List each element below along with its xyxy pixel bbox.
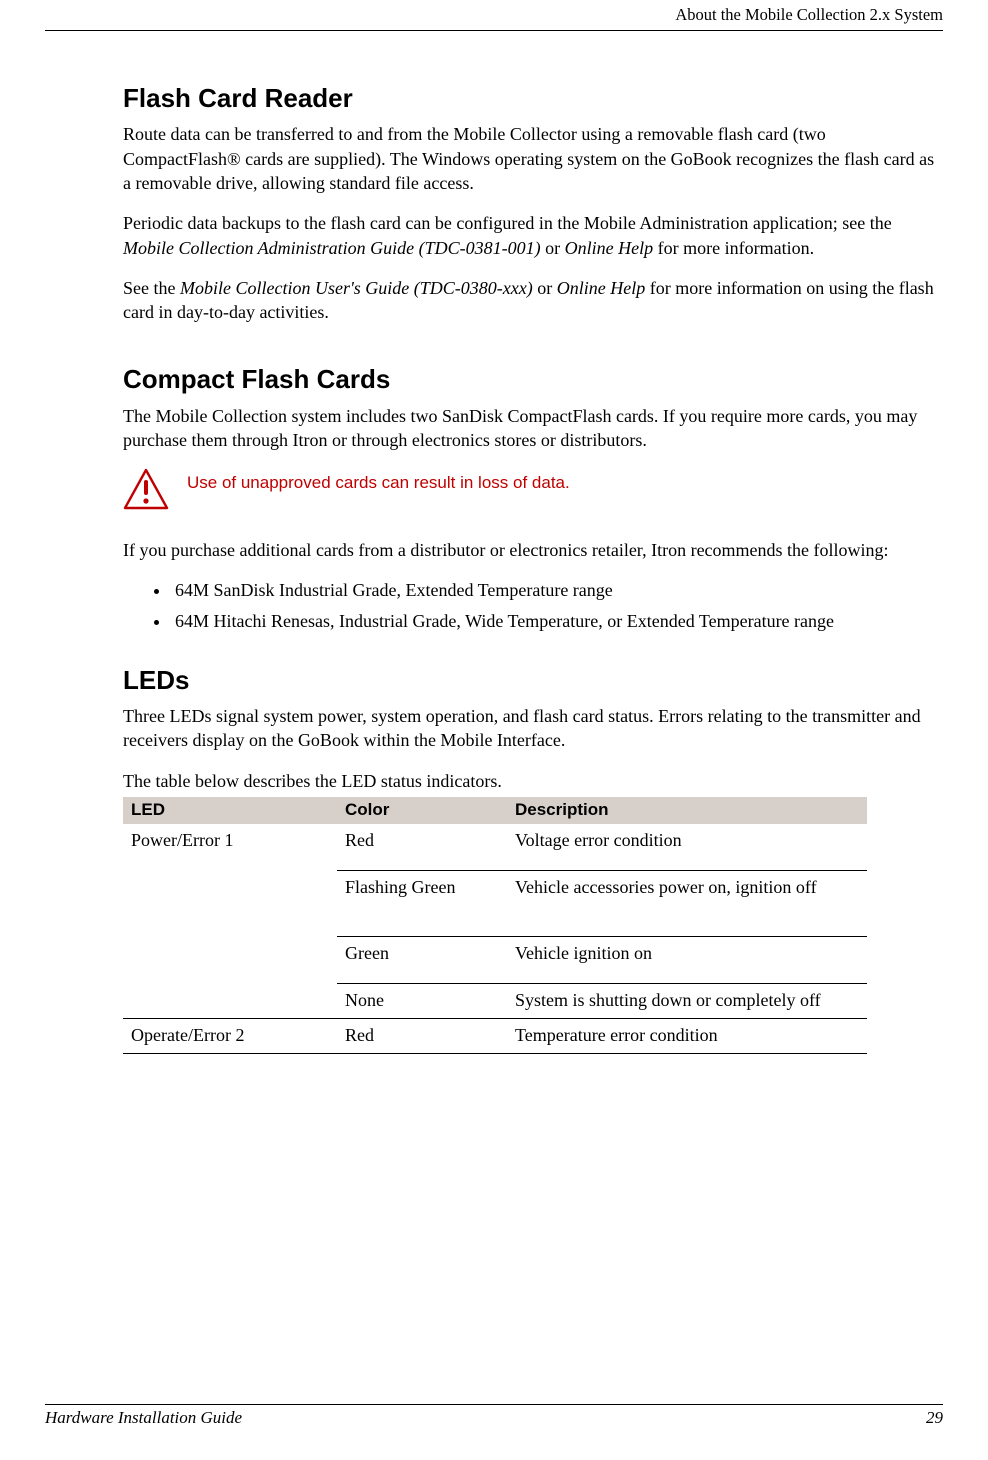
warning-icon bbox=[123, 468, 169, 510]
page-content: Flash Card Reader Route data can be tran… bbox=[45, 81, 943, 1054]
body-paragraph: If you purchase additional cards from a … bbox=[123, 538, 943, 562]
warning-text: Use of unapproved cards can result in lo… bbox=[187, 468, 570, 495]
header-rule bbox=[45, 30, 943, 31]
body-paragraph: Three LEDs signal system power, system o… bbox=[123, 704, 943, 753]
table-row: Operate/Error 2 Red Temperature error co… bbox=[123, 1019, 867, 1054]
body-paragraph: The table below describes the LED status… bbox=[123, 769, 943, 793]
section-title-leds: LEDs bbox=[123, 663, 943, 698]
table-header-color: Color bbox=[337, 797, 507, 824]
list-item: 64M Hitachi Renesas, Industrial Grade, W… bbox=[171, 609, 943, 633]
table-cell-color: Flashing Green bbox=[337, 871, 507, 936]
body-paragraph: The Mobile Collection system includes tw… bbox=[123, 404, 943, 453]
doc-reference: Online Help bbox=[565, 238, 653, 258]
table-cell-color: Red bbox=[337, 824, 507, 871]
body-paragraph: See the Mobile Collection User's Guide (… bbox=[123, 276, 943, 325]
table-header-row: LED Color Description bbox=[123, 797, 867, 824]
table-cell-led: Power/Error 1 bbox=[123, 824, 337, 1019]
page-footer: Hardware Installation Guide 29 bbox=[45, 1404, 943, 1430]
warning-callout: Use of unapproved cards can result in lo… bbox=[123, 468, 943, 510]
text-run: for more information. bbox=[653, 238, 814, 258]
table-header-led: LED bbox=[123, 797, 337, 824]
text-run: See the bbox=[123, 278, 180, 298]
body-paragraph: Periodic data backups to the flash card … bbox=[123, 211, 943, 260]
doc-reference: Mobile Collection Administration Guide (… bbox=[123, 238, 541, 258]
table-cell-description: Vehicle ignition on bbox=[507, 936, 867, 983]
section-title-flash-card-reader: Flash Card Reader bbox=[123, 81, 943, 116]
table-header-description: Description bbox=[507, 797, 867, 824]
table-cell-description: Temperature error condition bbox=[507, 1019, 867, 1054]
body-paragraph: Route data can be transferred to and fro… bbox=[123, 122, 943, 195]
text-run: Periodic data backups to the flash card … bbox=[123, 213, 892, 233]
table-cell-description: System is shutting down or completely of… bbox=[507, 983, 867, 1018]
footer-doc-title: Hardware Installation Guide bbox=[45, 1407, 242, 1430]
running-header: About the Mobile Collection 2.x System bbox=[45, 4, 943, 30]
doc-reference: Online Help bbox=[557, 278, 645, 298]
table-cell-led: Operate/Error 2 bbox=[123, 1019, 337, 1054]
table-cell-description: Vehicle accessories power on, ignition o… bbox=[507, 871, 867, 936]
text-run: or bbox=[533, 278, 557, 298]
bullet-list: 64M SanDisk Industrial Grade, Extended T… bbox=[123, 578, 943, 633]
page-number: 29 bbox=[926, 1407, 943, 1430]
table-cell-color: Red bbox=[337, 1019, 507, 1054]
table-cell-color: None bbox=[337, 983, 507, 1018]
doc-reference: Mobile Collection User's Guide (TDC-0380… bbox=[180, 278, 533, 298]
table-cell-color: Green bbox=[337, 936, 507, 983]
table-cell-description: Voltage error condition bbox=[507, 824, 867, 871]
led-status-table: LED Color Description Power/Error 1 Red … bbox=[123, 797, 867, 1054]
section-title-compact-flash-cards: Compact Flash Cards bbox=[123, 362, 943, 397]
list-item: 64M SanDisk Industrial Grade, Extended T… bbox=[171, 578, 943, 602]
footer-rule bbox=[45, 1404, 943, 1405]
table-row: Power/Error 1 Red Voltage error conditio… bbox=[123, 824, 867, 871]
text-run: or bbox=[541, 238, 565, 258]
